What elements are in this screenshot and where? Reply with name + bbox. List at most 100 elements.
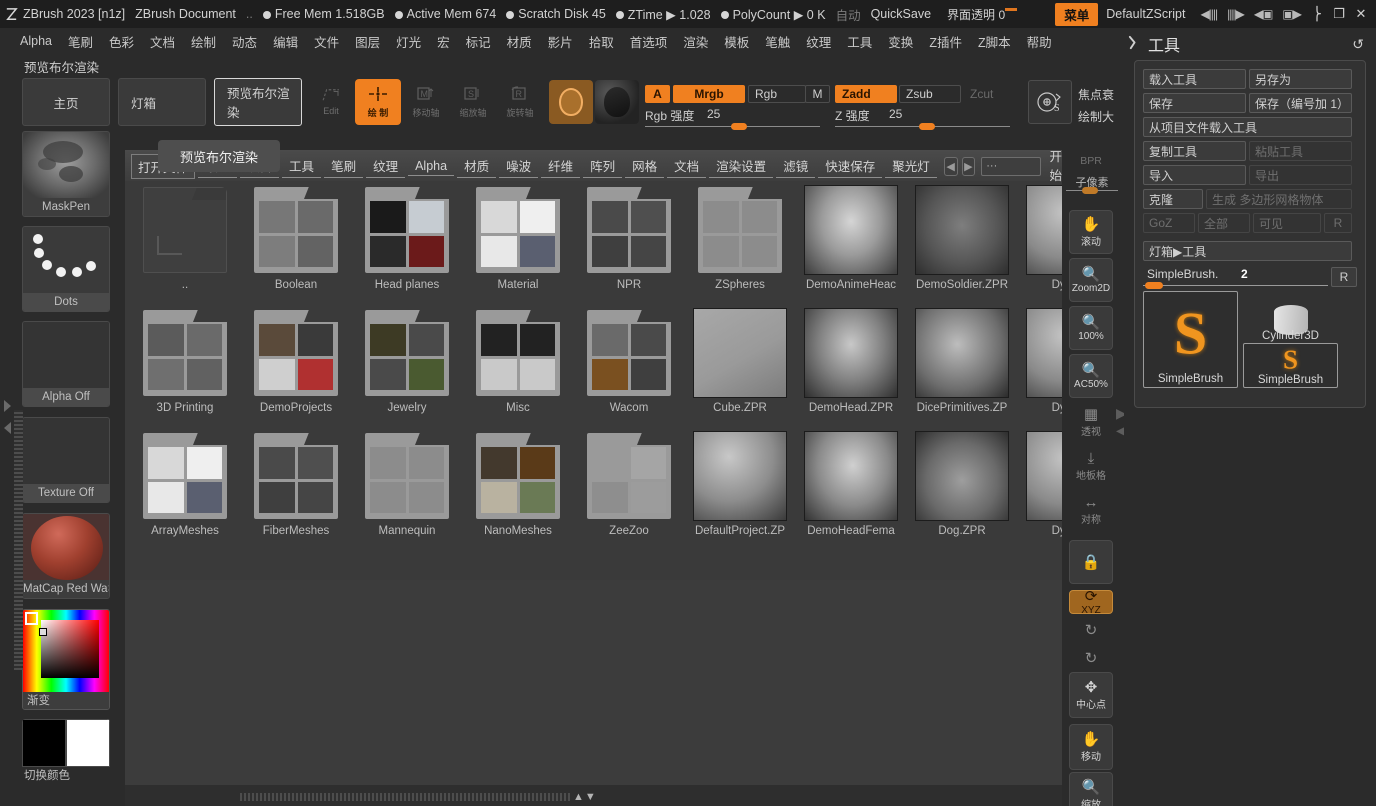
lightbox-item[interactable]: Material (462, 183, 574, 307)
material-picker[interactable]: MatCap Red Wa× (22, 513, 110, 599)
lightbox-item[interactable]: Mannequin (351, 429, 463, 553)
quicksave-button[interactable]: QuickSave (871, 7, 931, 21)
import-button[interactable]: 导入 (1143, 165, 1246, 185)
right-shelf-move-hand[interactable]: ✋移动 (1069, 724, 1113, 770)
lightbox-tab-10[interactable]: 阵列 (583, 154, 622, 178)
brush-picker[interactable]: MaskPen (22, 131, 110, 217)
edit-tool-button[interactable]: Edit (310, 81, 352, 123)
focal-shift-button[interactable]: S (1028, 80, 1072, 124)
menu-item-23[interactable]: Z脚本 (970, 30, 1019, 53)
texture-picker[interactable]: Texture Off (22, 417, 110, 503)
switch-a[interactable]: A (645, 85, 670, 103)
tool-thumb-simplebrush-small[interactable]: S SimpleBrush (1243, 343, 1338, 388)
lightbox-prev-icon[interactable]: ◀ (944, 157, 958, 176)
interface-transparency-slider[interactable]: 界面透明 0 (947, 6, 1041, 23)
right-shelf-symmetry[interactable]: ↔对称 (1069, 490, 1113, 530)
z-intensity-knob[interactable] (919, 123, 935, 130)
save-as-button[interactable]: 另存为 (1249, 69, 1352, 89)
lightbox-tools-button[interactable]: 灯箱▶工具 (1143, 241, 1352, 261)
menu-item-3[interactable]: 文档 (142, 30, 183, 53)
subpixel-slider[interactable]: 子像素 (1066, 174, 1118, 190)
scale-tool-button[interactable]: S 缩放轴 (452, 81, 494, 123)
tray-right-icon[interactable]: ▣▶ (1282, 7, 1301, 21)
menu-item-1[interactable]: 笔刷 (60, 30, 101, 53)
left-shelf-expand-right-icon[interactable] (4, 400, 11, 412)
lightbox-item[interactable]: DemoAnimeHeac (795, 183, 907, 307)
make-polymesh3d-button[interactable]: 生成 多边形网格物体 (1206, 189, 1352, 209)
lightbox-item[interactable]: ArrayMeshes (129, 429, 241, 553)
menu-item-15[interactable]: 首选项 (622, 30, 676, 53)
lightbox-start-button[interactable]: 开始 (1049, 146, 1062, 186)
menu-item-10[interactable]: 宏 (429, 30, 458, 53)
current-brush-button[interactable] (549, 80, 593, 124)
load-tool-from-project-button[interactable]: 从项目文件载入工具 (1143, 117, 1352, 137)
rgb-intensity-slider[interactable]: Rgb 强度 25 (645, 107, 820, 127)
lightbox-item[interactable]: Misc (462, 306, 574, 430)
menu-item-4[interactable]: 绘制 (183, 30, 224, 53)
lightbox-button[interactable]: 灯箱 (118, 78, 206, 126)
lightbox-tab-11[interactable]: 网格 (625, 154, 664, 178)
lightbox-item[interactable]: 3D Printing (129, 306, 241, 430)
switch-m[interactable]: M (805, 85, 830, 103)
switch-mrgb[interactable]: Mrgb (673, 85, 745, 103)
right-shelf-hand-scroll[interactable]: ✋滚动 (1069, 210, 1113, 254)
menu-item-9[interactable]: 灯光 (388, 30, 429, 53)
right-shelf-zoom-100[interactable]: 🔍100% (1069, 306, 1113, 350)
lightbox-item[interactable]: NanoMeshes (462, 429, 574, 553)
menu-item-24[interactable]: 帮助 (1019, 30, 1060, 53)
menu-item-21[interactable]: 变换 (880, 30, 921, 53)
right-shelf-rotate-y[interactable]: ↻ (1069, 618, 1113, 642)
tool-selector-r-button[interactable]: R (1331, 267, 1357, 287)
menu-item-2[interactable]: 色彩 (101, 30, 142, 53)
subpixel-knob[interactable] (1082, 187, 1098, 194)
lightbox-item[interactable]: NPR (573, 183, 685, 307)
rgb-intensity-knob[interactable] (731, 123, 747, 130)
save-plus-one-button[interactable]: 保存（编号加 1） (1249, 93, 1352, 113)
switch-zcut[interactable]: Zcut (963, 85, 1013, 103)
lightbox-item[interactable]: DemoSoldier.ZPR (906, 183, 1018, 307)
switch-color-swatches[interactable]: 切换颜色 (22, 719, 110, 787)
save-button[interactable]: 保存 (1143, 93, 1246, 113)
clone-button[interactable]: 克隆 (1143, 189, 1203, 209)
menu-item-18[interactable]: 笔触 (757, 30, 798, 53)
menu-item-22[interactable]: Z插件 (921, 30, 970, 53)
lightbox-path-input[interactable]: ··· (981, 157, 1041, 176)
paste-tool-button[interactable]: 粘贴工具 (1249, 141, 1352, 161)
lightbox-tab-8[interactable]: 噪波 (499, 154, 538, 178)
reset-icon[interactable]: ↺ (1352, 36, 1364, 53)
home-button[interactable]: 主页 (22, 78, 110, 126)
menu-item-12[interactable]: 材质 (499, 30, 540, 53)
goz-button[interactable]: GoZ (1143, 213, 1195, 233)
lightbox-item[interactable]: DemoProjects (240, 306, 352, 430)
tray-left-icon[interactable]: ◀▣ (1254, 7, 1273, 21)
secondary-color-swatch[interactable] (66, 719, 110, 767)
switch-zsub[interactable]: Zsub (899, 85, 961, 103)
menu-item-11[interactable]: 标记 (458, 30, 499, 53)
tool-selector-slider[interactable]: SimpleBrush. 2 (1143, 267, 1328, 287)
lightbox-tab-7[interactable]: 材质 (457, 154, 496, 178)
export-button[interactable]: 导出 (1249, 165, 1352, 185)
goz-visible-button[interactable]: 可见 (1253, 213, 1321, 233)
right-shelf-rotate-z[interactable]: ↻ (1069, 646, 1113, 670)
copy-tool-button[interactable]: 复制工具 (1143, 141, 1246, 161)
lightbox-item[interactable]: Boolean (240, 183, 352, 307)
alpha-picker[interactable]: Alpha Off (22, 321, 110, 407)
z-intensity-slider[interactable]: Z 强度 25 (835, 107, 1010, 127)
canvas-updown-arrows-icon[interactable]: ▲▼ (573, 791, 597, 803)
menu-item-6[interactable]: 编辑 (265, 30, 306, 53)
right-shelf-perspective[interactable]: ▦透视 (1069, 402, 1113, 442)
lightbox-item[interactable]: Wacom (573, 306, 685, 430)
lightbox-tab-13[interactable]: 渲染设置 (709, 154, 773, 178)
switch-rgb[interactable]: Rgb (748, 85, 806, 103)
current-material-button[interactable] (595, 80, 639, 124)
lightbox-item[interactable]: .. (129, 183, 241, 307)
zscript-label[interactable]: DefaultZScript (1106, 7, 1185, 21)
bool-preview-button[interactable]: 预览布尔渲染 (214, 78, 302, 126)
lightbox-item[interactable]: DefaultProject.ZP (684, 429, 796, 553)
switch-zadd[interactable]: Zadd (835, 85, 897, 103)
right-shelf-zoom[interactable]: 🔍缩放 (1069, 772, 1113, 806)
right-shelf-frame-center[interactable]: ✥中心点 (1069, 672, 1113, 718)
right-shelf-xyz-axis[interactable]: ⟳XYZ (1069, 590, 1113, 614)
lightbox-tab-5[interactable]: 纹理 (366, 154, 405, 178)
color-picker[interactable]: 渐变 (22, 609, 110, 710)
